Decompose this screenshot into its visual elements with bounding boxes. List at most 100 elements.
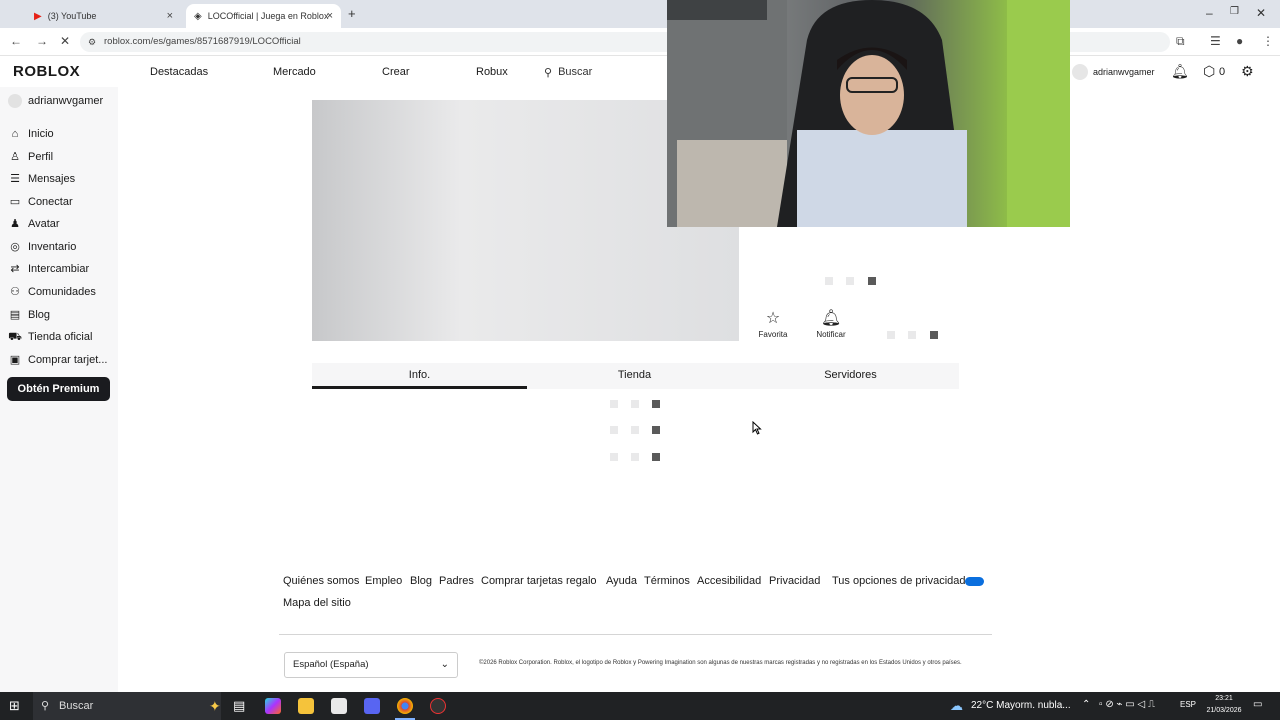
close-tab-icon[interactable]: × — [327, 10, 333, 22]
favorite-button[interactable]: ☆ Favorita — [753, 308, 793, 339]
sidebar-item-blog[interactable]: ▤ Blog — [8, 306, 116, 324]
footer-link-terminos[interactable]: Términos — [644, 575, 690, 587]
copyright-text: ©2026 Roblox Corporation. Roblox, el log… — [479, 660, 962, 666]
obs-icon[interactable] — [430, 698, 446, 714]
sidebar-item-inicio[interactable]: ⌂ Inicio — [8, 125, 116, 143]
chrome-icon[interactable] — [397, 698, 413, 714]
maximize-icon[interactable]: ❐ — [1230, 6, 1239, 17]
sidebar-item-label: Inventario — [28, 241, 77, 253]
footer-link-blog[interactable]: Blog — [410, 575, 432, 587]
loader-dot — [631, 453, 639, 461]
tab-servidores[interactable]: Servidores — [742, 363, 959, 389]
extensions-icon[interactable]: ⧉ — [1176, 34, 1185, 49]
tab-roblox[interactable]: ◈ LOCOfficial | Juega en Roblox × — [186, 4, 341, 28]
footer-link-accesibilidad[interactable]: Accesibilidad — [697, 575, 761, 587]
new-tab-button[interactable]: + — [348, 6, 356, 21]
loader-dot — [825, 277, 833, 285]
tray-chevron-icon[interactable]: ⌃ — [1082, 699, 1090, 710]
discord-icon[interactable] — [364, 698, 380, 714]
search-placeholder: Buscar — [558, 66, 593, 78]
sidebar-item-perfil[interactable]: ♙ Perfil — [8, 148, 116, 166]
loader-dot — [652, 426, 660, 434]
windows-taskbar: ⊞ ⚲ Buscar ✦ ▤ ☁ 22°C Mayorm. nubla... ⌃… — [0, 692, 1280, 720]
footer-link-tarjetas-regalo[interactable]: Comprar tarjetas regalo — [481, 575, 597, 587]
forward-icon[interactable]: → — [36, 34, 48, 48]
taskbar-date[interactable]: 21/03/2026 — [1202, 707, 1246, 714]
close-tab-icon[interactable]: × — [167, 10, 173, 22]
sidebar-item-conectar[interactable]: ▭ Conectar — [8, 193, 116, 211]
language-select[interactable]: Español (España) ⌄ — [284, 652, 458, 678]
footer-link-empleo[interactable]: Empleo — [365, 575, 402, 587]
sidebar-item-label: Avatar — [28, 218, 60, 230]
inventory-icon: ◎ — [10, 241, 20, 253]
sidebar-item-mensajes[interactable]: ☰ Mensajes — [8, 170, 116, 188]
loader-dot — [930, 331, 938, 339]
trade-icon: ⇄ — [10, 263, 20, 275]
file-explorer-icon[interactable] — [298, 698, 314, 714]
tab-title: LOCOfficial | Juega en Roblox — [207, 11, 329, 21]
robux-icon[interactable]: ⬡ — [1203, 63, 1215, 80]
weather-text[interactable]: 22°C Mayorm. nubla... — [971, 700, 1071, 711]
back-icon[interactable]: ← — [10, 34, 22, 48]
premium-button[interactable]: Obtén Premium — [7, 377, 110, 401]
sidebar-item-label: Comunidades — [28, 286, 96, 298]
webcam-overlay — [667, 0, 1070, 227]
store-app-icon[interactable] — [331, 698, 347, 714]
footer-link-ayuda[interactable]: Ayuda — [606, 575, 637, 587]
footer-divider — [279, 634, 992, 635]
roblox-logo[interactable]: ROBLOX — [13, 63, 80, 80]
loader-dot — [610, 400, 618, 408]
nav-mercado[interactable]: Mercado — [273, 66, 316, 78]
sidebar-item-tienda-oficial[interactable]: ⛟ Tienda oficial — [8, 328, 116, 346]
copilot-app-icon[interactable] — [265, 698, 281, 714]
site-info-icon[interactable]: ⚙ — [88, 32, 96, 52]
search-icon: ⚲ — [544, 66, 553, 79]
bell-icon: 🔔︎ — [820, 310, 842, 327]
robux-count[interactable]: 0 — [1219, 66, 1225, 78]
notifications-icon[interactable]: ▭ — [1253, 699, 1262, 710]
input-language[interactable]: ESP — [1180, 700, 1196, 709]
nav-robux[interactable]: Robux — [476, 66, 508, 78]
minimize-icon[interactable]: – — [1206, 6, 1213, 20]
settings-gear-icon[interactable]: ⚙ — [1241, 63, 1254, 80]
close-window-icon[interactable]: ✕ — [1256, 6, 1266, 20]
webcam-person-image — [667, 0, 1070, 227]
sidebar-item-intercambiar[interactable]: ⇄ Intercambiar — [8, 260, 116, 278]
sidebar-item-label: Mensajes — [28, 173, 76, 185]
tray-icons[interactable]: ▫ ⊘ ⌁ ▭ ◁ ⎍ — [1099, 699, 1155, 710]
sidebar-item-comprar-tarjetas[interactable]: ▣ Comprar tarjet... — [8, 351, 116, 369]
notify-button[interactable]: 🔔︎ Notificar — [811, 308, 851, 339]
tab-tienda[interactable]: Tienda — [527, 363, 742, 389]
sidebar-item-avatar[interactable]: ♟ Avatar — [8, 215, 116, 233]
search-input[interactable]: ⚲ Buscar — [540, 61, 670, 83]
nav-destacadas[interactable]: Destacadas — [150, 66, 208, 78]
loader-dot — [631, 426, 639, 434]
sidebar-item-inventario[interactable]: ◎ Inventario — [8, 238, 116, 256]
sidebar: adrianwvgamer ⌂ Inicio ♙ Perfil ☰ Mensaj… — [0, 87, 118, 692]
footer-link-quienes-somos[interactable]: Quiénes somos — [283, 575, 359, 587]
loader-dot — [631, 400, 639, 408]
sidebar-item-comunidades[interactable]: ⚇ Comunidades — [8, 283, 116, 301]
footer-link-opciones-privacidad[interactable]: Tus opciones de privacidad — [832, 575, 966, 587]
footer-link-padres[interactable]: Padres — [439, 575, 474, 587]
nav-crear[interactable]: Crear — [382, 66, 410, 78]
profile-icon[interactable]: ● — [1236, 34, 1243, 48]
footer-link-privacidad[interactable]: Privacidad — [769, 575, 820, 587]
taskbar-time[interactable]: 23:21 — [1202, 695, 1246, 702]
footer-link-mapa-sitio[interactable]: Mapa del sitio — [283, 597, 351, 609]
notifications-icon[interactable]: 🔔︎ — [1171, 63, 1189, 80]
task-view-icon[interactable]: ▤ — [233, 698, 245, 714]
menu-icon[interactable]: ⋮ — [1262, 34, 1274, 48]
sidebar-user[interactable]: adrianwvgamer — [8, 92, 116, 110]
avatar — [8, 94, 22, 108]
header-avatar[interactable] — [1072, 64, 1088, 80]
windows-start-icon[interactable]: ⊞ — [9, 698, 20, 714]
connect-icon: ▭ — [9, 196, 21, 208]
tab-search-icon[interactable]: ☰ — [1210, 34, 1221, 48]
sidebar-item-label: Comprar tarjet... — [28, 354, 108, 366]
stop-icon[interactable]: ✕ — [60, 34, 70, 48]
url-text: roblox.com/es/games/8571687919/LOCOffici… — [104, 36, 301, 47]
taskbar-search[interactable]: ⚲ Buscar ✦ — [33, 692, 221, 720]
tab-youtube[interactable]: ▶ (3) YouTube × — [26, 4, 181, 28]
header-username[interactable]: adrianwvgamer — [1093, 67, 1155, 77]
